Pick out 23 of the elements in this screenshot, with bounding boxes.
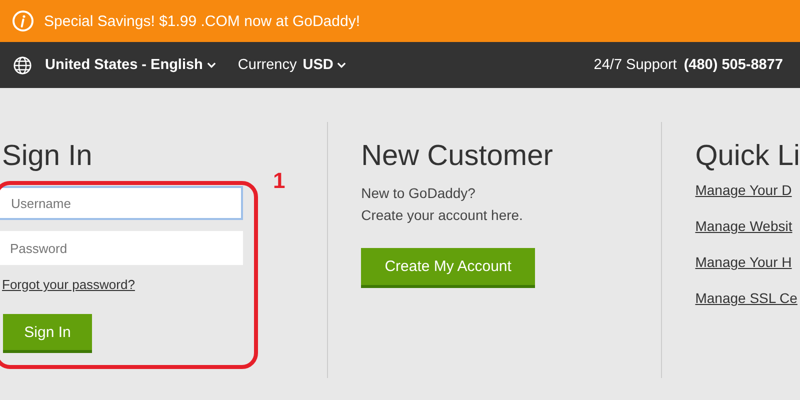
new-customer-heading: New Customer bbox=[361, 140, 554, 174]
caret-icon bbox=[206, 62, 216, 68]
info-icon bbox=[12, 10, 34, 32]
currency-selector[interactable]: USD bbox=[302, 57, 346, 73]
username-field[interactable]: Username bbox=[0, 186, 243, 220]
quick-links-heading: Quick Li bbox=[695, 140, 800, 174]
info-text: Create your account here. bbox=[361, 206, 524, 225]
globe-icon bbox=[13, 56, 32, 74]
quick-link[interactable]: Manage Your H bbox=[695, 254, 800, 270]
forgot-password-link[interactable]: Forgot your password? bbox=[2, 277, 135, 292]
quick-link[interactable]: Manage Your D bbox=[695, 182, 800, 198]
currency-label: Currency bbox=[238, 57, 297, 73]
sign-in-heading: Sign In bbox=[2, 140, 94, 174]
password-field[interactable]: Password bbox=[0, 231, 243, 265]
support-phone: (480) 505-8877 bbox=[684, 57, 783, 73]
annotation-number: 1 bbox=[273, 168, 286, 194]
info-text: New to GoDaddy? bbox=[361, 184, 476, 203]
quick-link[interactable]: Manage SSL Ce bbox=[695, 290, 800, 306]
language-selector[interactable]: United States - English bbox=[45, 57, 216, 73]
caret-icon bbox=[337, 62, 346, 68]
promo-text: Special Savings! $1.99 .COM now at GoDaddy! bbox=[44, 12, 360, 30]
quick-link[interactable]: Manage Websit bbox=[695, 218, 800, 234]
support-label: 24/7 Support bbox=[594, 57, 677, 73]
